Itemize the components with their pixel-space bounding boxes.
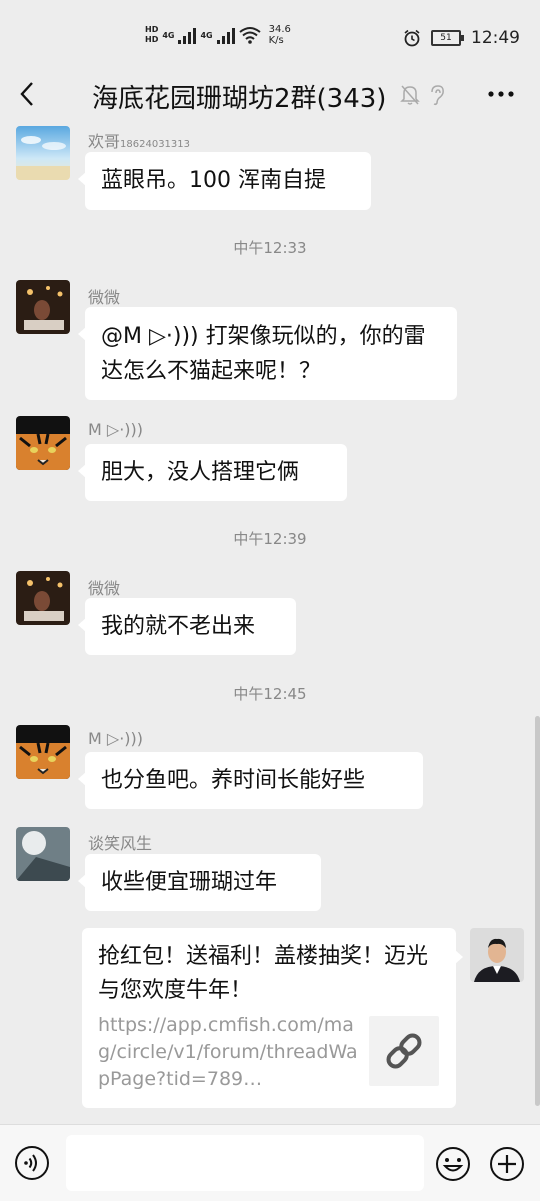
wifi-icon: [239, 27, 261, 44]
timestamp: 中午12:39: [233, 530, 307, 548]
dinner-avatar-image: [16, 280, 70, 334]
sender-name: M ▷·))): [88, 420, 144, 439]
message-bubble[interactable]: 蓝眼吊。100 浑南自提: [78, 152, 371, 210]
link-card-url: https://app.cmfish.com/mag/circle/v1/for…: [98, 1014, 358, 1090]
timestamp: 中午12:45: [233, 685, 307, 703]
network-type-1: 4G: [162, 30, 175, 40]
dinner-avatar-image: [16, 571, 70, 625]
message-bubble[interactable]: @M ▷·))) 打架像玩似的，你的雷达怎么不猫起来呢！？: [78, 307, 457, 400]
beach-avatar-image: [16, 126, 70, 180]
avatar[interactable]: [16, 416, 70, 470]
tiger-avatar-image: [16, 416, 70, 470]
signal-area: HD HD 4G 4G 34.6 K/s: [145, 24, 291, 46]
message-bubble[interactable]: 收些便宜珊瑚过年: [78, 854, 321, 911]
plus-icon[interactable]: [488, 1145, 526, 1183]
chat-header: 海底花园珊瑚坊2群(343): [0, 64, 540, 124]
message-bubble[interactable]: 也分鱼吧。养时间长能好些: [78, 752, 423, 809]
sender-name: 微微: [88, 579, 121, 598]
avatar[interactable]: [16, 725, 70, 779]
clock: 12:49: [471, 28, 520, 48]
avatar[interactable]: [16, 571, 70, 625]
more-icon[interactable]: [486, 86, 516, 102]
sender-name: 谈笑风生: [88, 834, 153, 853]
scrollbar[interactable]: [535, 716, 540, 1106]
input-bar: [0, 1124, 540, 1201]
hd-label-2: HD: [145, 35, 159, 44]
voice-icon[interactable]: [14, 1145, 50, 1181]
signal-bars-2-icon: [216, 26, 235, 44]
net-speed-unit: K/s: [268, 35, 284, 46]
back-icon[interactable]: [14, 78, 42, 110]
avatar[interactable]: [16, 827, 70, 881]
battery-level: 51: [440, 33, 452, 43]
hd-label-1: HD: [145, 25, 159, 34]
message-input[interactable]: [66, 1135, 424, 1191]
timestamp: 中午12:33: [233, 239, 307, 257]
link-card-title: 抢红包！送福利！盖楼抽奖！迈光与您欢度牛年！: [98, 944, 429, 1003]
link-card[interactable]: 抢红包！送福利！盖楼抽奖！迈光与您欢度牛年！ https://app.cmfis…: [82, 928, 463, 1108]
sender-name: M ▷·))): [88, 729, 144, 748]
mute-bell-icon: [400, 85, 420, 105]
sender-name: 微微: [88, 288, 121, 307]
emoji-icon[interactable]: [434, 1145, 472, 1183]
ear-icon: [431, 85, 444, 106]
net-speed-value: 34.6: [268, 24, 291, 35]
status-bar: HD HD 4G 4G 34.6 K/s 51 12:49: [0, 0, 540, 64]
message-bubble[interactable]: 胆大，没人搭理它俩: [78, 444, 347, 501]
sender-phone: 18624031313: [120, 139, 191, 150]
avatar[interactable]: [16, 280, 70, 334]
message-bubble[interactable]: 我的就不老出来: [78, 598, 296, 655]
net-speed: 34.6 K/s: [269, 24, 291, 46]
tiger-avatar-image: [16, 725, 70, 779]
network-type-2: 4G: [200, 30, 213, 40]
alarm-icon: [404, 29, 420, 47]
sender-name: 欢哥18624031313: [88, 128, 190, 152]
my-avatar[interactable]: [470, 928, 524, 982]
signal-bars-1-icon: [178, 26, 197, 44]
chat-title: 海底花园珊瑚坊2群(343): [92, 84, 387, 114]
hd-indicator: HD HD: [145, 25, 158, 45]
avatar[interactable]: [16, 126, 70, 180]
status-right: 51 12:49: [403, 28, 520, 48]
link-icon: [386, 1033, 422, 1069]
link-card-thumbnail: [369, 1016, 439, 1086]
sender-name-text: 欢哥: [88, 132, 121, 151]
light-avatar-image: [16, 827, 70, 881]
person-avatar-image: [470, 928, 524, 982]
battery-icon: 51: [431, 30, 464, 46]
